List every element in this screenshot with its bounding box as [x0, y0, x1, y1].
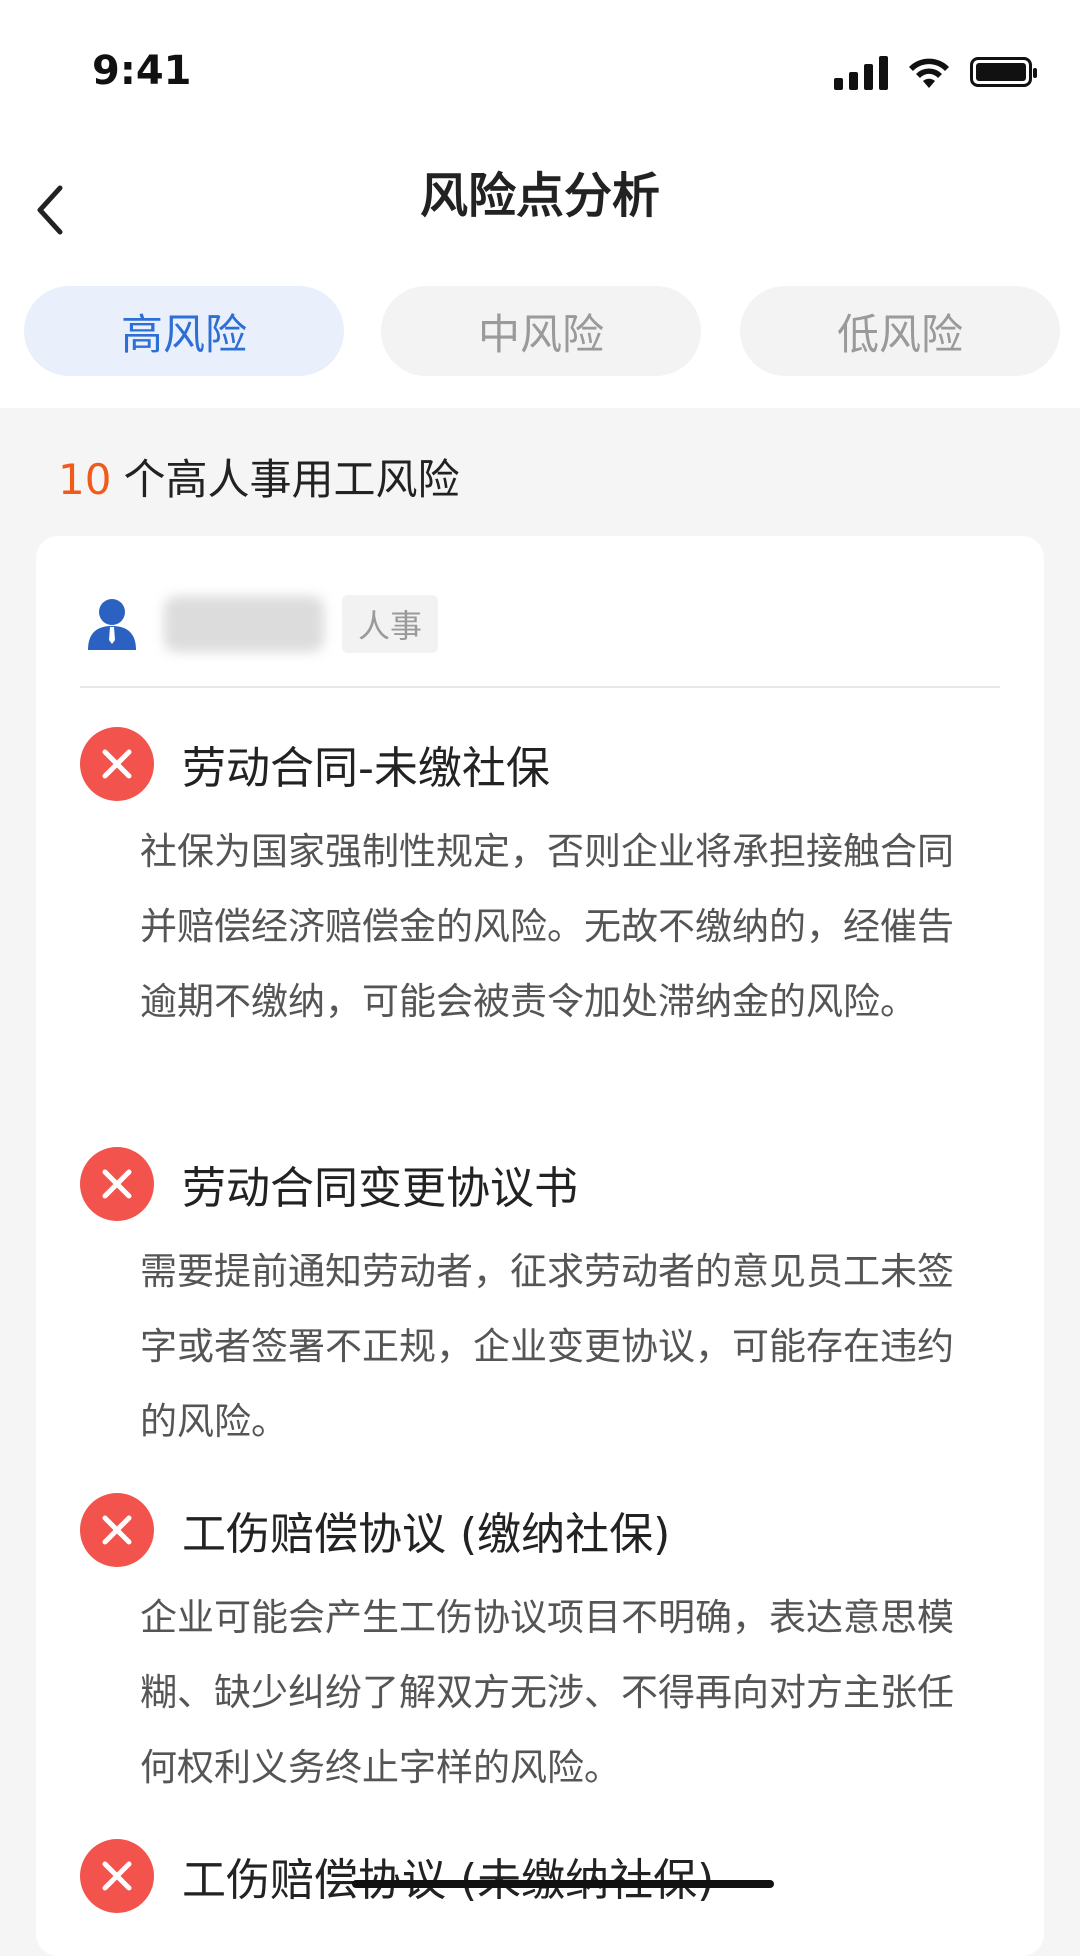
role-tag: 人事 — [342, 595, 439, 653]
tab-low-risk[interactable]: 低风险 — [740, 286, 1060, 376]
risk-item[interactable]: 工伤赔偿协议 (未缴纳社保) — [80, 1838, 1000, 1914]
close-circle-icon — [80, 727, 154, 801]
status-time: 9:41 — [92, 48, 192, 94]
divider — [80, 686, 1000, 688]
cellular-signal-icon — [834, 54, 888, 90]
risk-title: 工伤赔偿协议 (缴纳社保) — [182, 1509, 671, 1560]
risk-title: 劳动合同-未缴社保 — [182, 743, 550, 794]
risk-description: 需要提前通知劳动者，征求劳动者的意见员工未签字或者签署不正规，企业变更协议，可能… — [140, 1250, 954, 1443]
user-row: 人事 — [84, 586, 439, 662]
risk-count: 10 — [58, 455, 112, 504]
risk-card: 人事 劳动合同-未缴社保 社保为国家强制性规定，否则企业将承担接触合同并赔偿经济… — [36, 536, 1044, 1956]
risk-summary: 10 个高人事用工风险 — [58, 446, 459, 507]
battery-icon — [970, 57, 1037, 87]
risk-description: 社保为国家强制性规定，否则企业将承担接触合同并赔偿经济赔偿金的风险。无故不缴纳的… — [140, 830, 954, 1023]
risk-item[interactable]: 劳动合同变更协议书 需要提前通知劳动者，征求劳动者的意见员工未签字或者签署不正规… — [80, 1146, 1000, 1459]
user-name-blurred — [164, 596, 324, 652]
strikethrough-mark — [352, 1880, 774, 1888]
tab-medium-risk[interactable]: 中风险 — [381, 286, 701, 376]
risk-title: 工伤赔偿协议 (未缴纳社保) — [182, 1855, 714, 1906]
risk-item[interactable]: 劳动合同-未缴社保 社保为国家强制性规定，否则企业将承担接触合同并赔偿经济赔偿金… — [80, 726, 1000, 1039]
close-circle-icon — [80, 1493, 154, 1567]
risk-level-tabs: 高风险 中风险 低风险 — [24, 286, 1064, 376]
risk-description: 企业可能会产生工伤协议项目不明确，表达意思模糊、缺少纠纷了解双方无涉、不得再向对… — [140, 1596, 954, 1789]
close-circle-icon — [80, 1839, 154, 1913]
status-icons — [834, 48, 1037, 96]
tab-high-risk[interactable]: 高风险 — [24, 286, 344, 376]
page-title: 风险点分析 — [419, 168, 660, 224]
risk-item[interactable]: 工伤赔偿协议 (缴纳社保) 企业可能会产生工伤协议项目不明确，表达意思模糊、缺少… — [80, 1492, 1000, 1805]
close-circle-icon — [80, 1147, 154, 1221]
wifi-icon — [909, 58, 949, 88]
top-bar: 9:41 风险点分析 高风险 中风险 低风险 — [0, 0, 1080, 408]
risk-summary-label: 个高人事用工风险 — [123, 455, 460, 504]
user-avatar-icon — [88, 599, 136, 650]
risk-title: 劳动合同变更协议书 — [182, 1163, 578, 1214]
